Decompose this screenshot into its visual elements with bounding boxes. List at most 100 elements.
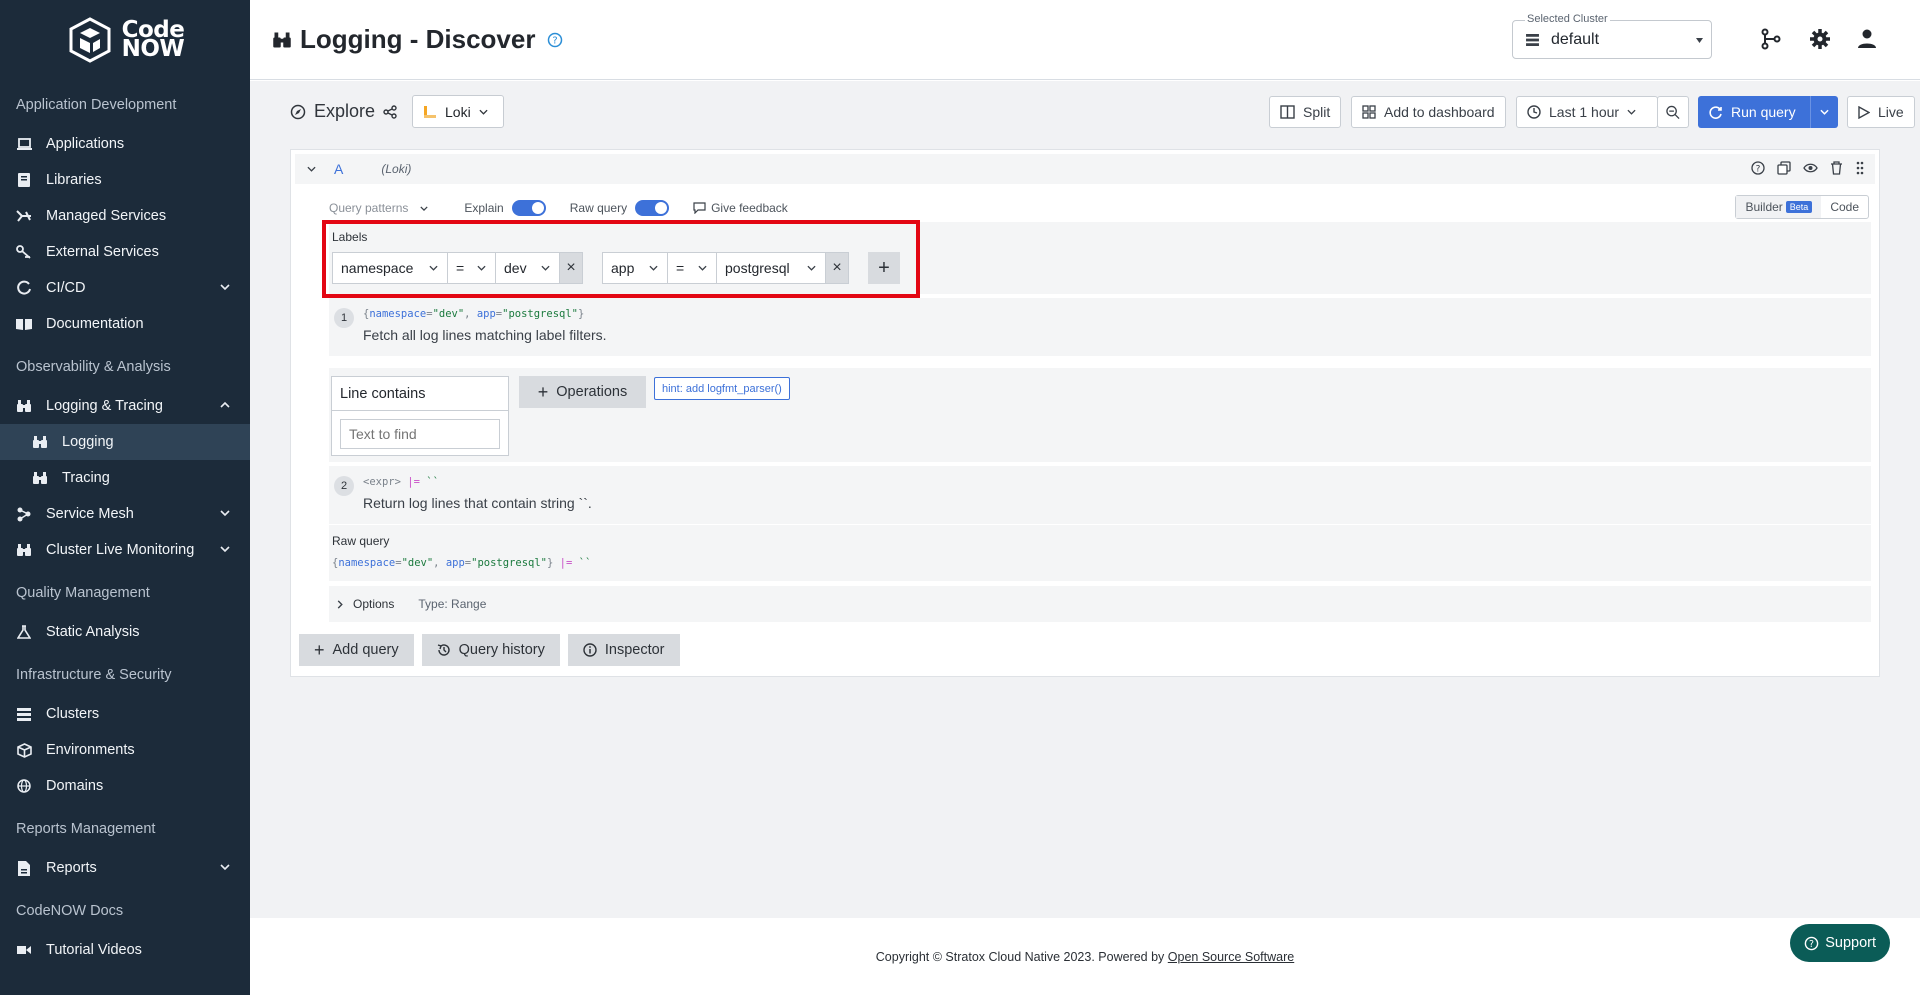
- run-query-label: Run query: [1731, 104, 1796, 120]
- codenow-logo[interactable]: Code NOW: [0, 0, 250, 80]
- sidebar-item-tracing[interactable]: Tracing: [0, 460, 250, 496]
- clock-icon: [1527, 105, 1541, 119]
- user-icon[interactable]: [1854, 26, 1880, 52]
- remove-label-button[interactable]: ×: [825, 252, 849, 284]
- video-icon: [16, 942, 32, 958]
- label-key-select[interactable]: namespace: [332, 252, 448, 284]
- sidebar-item-tutorial-videos[interactable]: Tutorial Videos: [0, 932, 250, 968]
- sidebar-item-documentation[interactable]: Documentation: [0, 306, 250, 342]
- binoculars-icon: [16, 542, 32, 558]
- page-title: Logging - Discover: [300, 24, 536, 54]
- share-icon[interactable]: [383, 104, 397, 119]
- sidebar-item-environments[interactable]: Environments: [0, 732, 250, 768]
- time-range-picker[interactable]: Last 1 hour: [1516, 96, 1658, 128]
- chevron-up-icon: [220, 401, 230, 408]
- sidebar-item-label: Tutorial Videos: [46, 942, 142, 958]
- give-feedback-link[interactable]: Give feedback: [693, 201, 788, 215]
- run-query-dropdown[interactable]: [1810, 96, 1838, 128]
- sidebar-item-static-analysis[interactable]: Static Analysis: [0, 614, 250, 650]
- live-label: Live: [1878, 104, 1904, 120]
- query-datasource-tag: (Loki): [381, 162, 412, 176]
- sidebar-item-domains[interactable]: Domains: [0, 768, 250, 804]
- eye-icon[interactable]: [1803, 161, 1818, 175]
- code-tab[interactable]: Code: [1821, 196, 1868, 218]
- step-2-code: <expr> |= ``: [363, 476, 439, 488]
- info-icon: [583, 643, 597, 657]
- comment-icon: [693, 202, 706, 214]
- sidebar-item-label: Libraries: [46, 172, 102, 188]
- sidebar-item-cicd[interactable]: CI/CD: [0, 270, 250, 306]
- add-label-button[interactable]: +: [868, 252, 900, 284]
- chevron-down-icon[interactable]: [307, 166, 316, 172]
- sidebar-item-reports[interactable]: Reports: [0, 850, 250, 886]
- explain-toggle[interactable]: [511, 200, 546, 216]
- zoom-out-icon: [1666, 105, 1680, 119]
- sidebar-item-service-mesh[interactable]: Service Mesh: [0, 496, 250, 532]
- label-value-select[interactable]: dev: [495, 252, 560, 284]
- list-icon: [16, 706, 32, 722]
- split-button[interactable]: Split: [1269, 96, 1342, 128]
- chevron-down-icon: [420, 205, 428, 211]
- git-branch-icon[interactable]: [1758, 26, 1784, 52]
- drag-handle-icon[interactable]: [1855, 161, 1865, 175]
- help-icon[interactable]: ?: [1751, 161, 1765, 175]
- binoculars-icon: [32, 434, 48, 450]
- sidebar-item-libraries[interactable]: Libraries: [0, 162, 250, 198]
- zoom-out-button[interactable]: [1657, 96, 1689, 128]
- operation-title[interactable]: Line contains: [332, 377, 508, 411]
- add-query-button[interactable]: + Add query: [299, 634, 414, 666]
- inspector-label: Inspector: [604, 642, 665, 658]
- inspector-button[interactable]: Inspector: [567, 634, 680, 666]
- copy-icon[interactable]: [1777, 161, 1791, 175]
- chevron-down-icon: [220, 284, 230, 291]
- run-query-button[interactable]: Run query: [1698, 96, 1838, 128]
- caret-down-icon: [1696, 38, 1703, 43]
- label-value-select[interactable]: postgresql: [716, 252, 826, 284]
- sidebar-item-cluster-live-monitoring[interactable]: Cluster Live Monitoring: [0, 532, 250, 568]
- loki-icon: [424, 105, 436, 118]
- sidebar-item-label: Domains: [46, 778, 104, 794]
- line-contains-operation: Line contains: [331, 376, 509, 456]
- add-to-dashboard-button[interactable]: Add to dashboard: [1351, 96, 1506, 128]
- remove-label-button[interactable]: ×: [559, 252, 583, 284]
- label-operator-value: =: [456, 260, 465, 276]
- sidebar-item-label: Tracing: [62, 470, 110, 486]
- cluster-select[interactable]: Selected Cluster default: [1512, 13, 1712, 59]
- sidebar-item-logging[interactable]: Logging: [0, 424, 250, 460]
- chevron-down-icon: [698, 265, 707, 271]
- options-row[interactable]: Options Type: Range: [329, 586, 1871, 622]
- query-history-button[interactable]: Query history: [421, 634, 560, 666]
- footer: Copyright © Stratox Cloud Native 2023. P…: [250, 918, 1920, 995]
- text-to-find-input[interactable]: [340, 419, 500, 449]
- help-icon[interactable]: ?: [547, 32, 563, 48]
- history-icon: [437, 644, 450, 656]
- time-range-label: Last 1 hour: [1549, 104, 1620, 120]
- support-button[interactable]: ? Support: [1790, 924, 1890, 962]
- explain-step-1: 1 {namespace="dev", app="postgresql"} Fe…: [329, 298, 1871, 356]
- raw-query-toggle[interactable]: [635, 200, 670, 216]
- sidebar-item-external-services[interactable]: External Services: [0, 234, 250, 270]
- sidebar-item-applications[interactable]: Applications: [0, 126, 250, 162]
- explain-step-2: 2 <expr> |= `` Return log lines that con…: [329, 466, 1871, 524]
- add-operation-button[interactable]: + Operations: [519, 376, 646, 408]
- open-source-link[interactable]: Open Source Software: [1168, 950, 1294, 964]
- step-number: 2: [334, 476, 354, 496]
- query-patterns-select[interactable]: Query patterns: [329, 201, 428, 215]
- section-application-development: Application Development: [16, 97, 177, 113]
- trash-icon[interactable]: [1830, 161, 1843, 175]
- datasource-picker[interactable]: Loki: [412, 95, 504, 128]
- hint-button[interactable]: hint: add logfmt_parser(): [654, 377, 790, 400]
- label-operator-select[interactable]: =: [667, 252, 717, 284]
- query-ref-id[interactable]: A: [334, 161, 343, 177]
- live-button[interactable]: Live: [1847, 96, 1915, 128]
- sidebar-item-clusters[interactable]: Clusters: [0, 696, 250, 732]
- label-key-select[interactable]: app: [602, 252, 668, 284]
- sidebar-item-logging-tracing[interactable]: Logging & Tracing: [0, 388, 250, 424]
- main-content: Explore Loki Split Add to dashboard Last…: [250, 81, 1920, 918]
- builder-tab[interactable]: Builder Beta: [1736, 196, 1822, 218]
- label-operator-select[interactable]: =: [447, 252, 496, 284]
- gear-icon[interactable]: [1807, 26, 1833, 52]
- sidebar-item-managed-services[interactable]: Managed Services: [0, 198, 250, 234]
- copyright-text: Copyright © Stratox Cloud Native 2023. P…: [875, 950, 1168, 964]
- chevron-right-icon: [337, 599, 343, 609]
